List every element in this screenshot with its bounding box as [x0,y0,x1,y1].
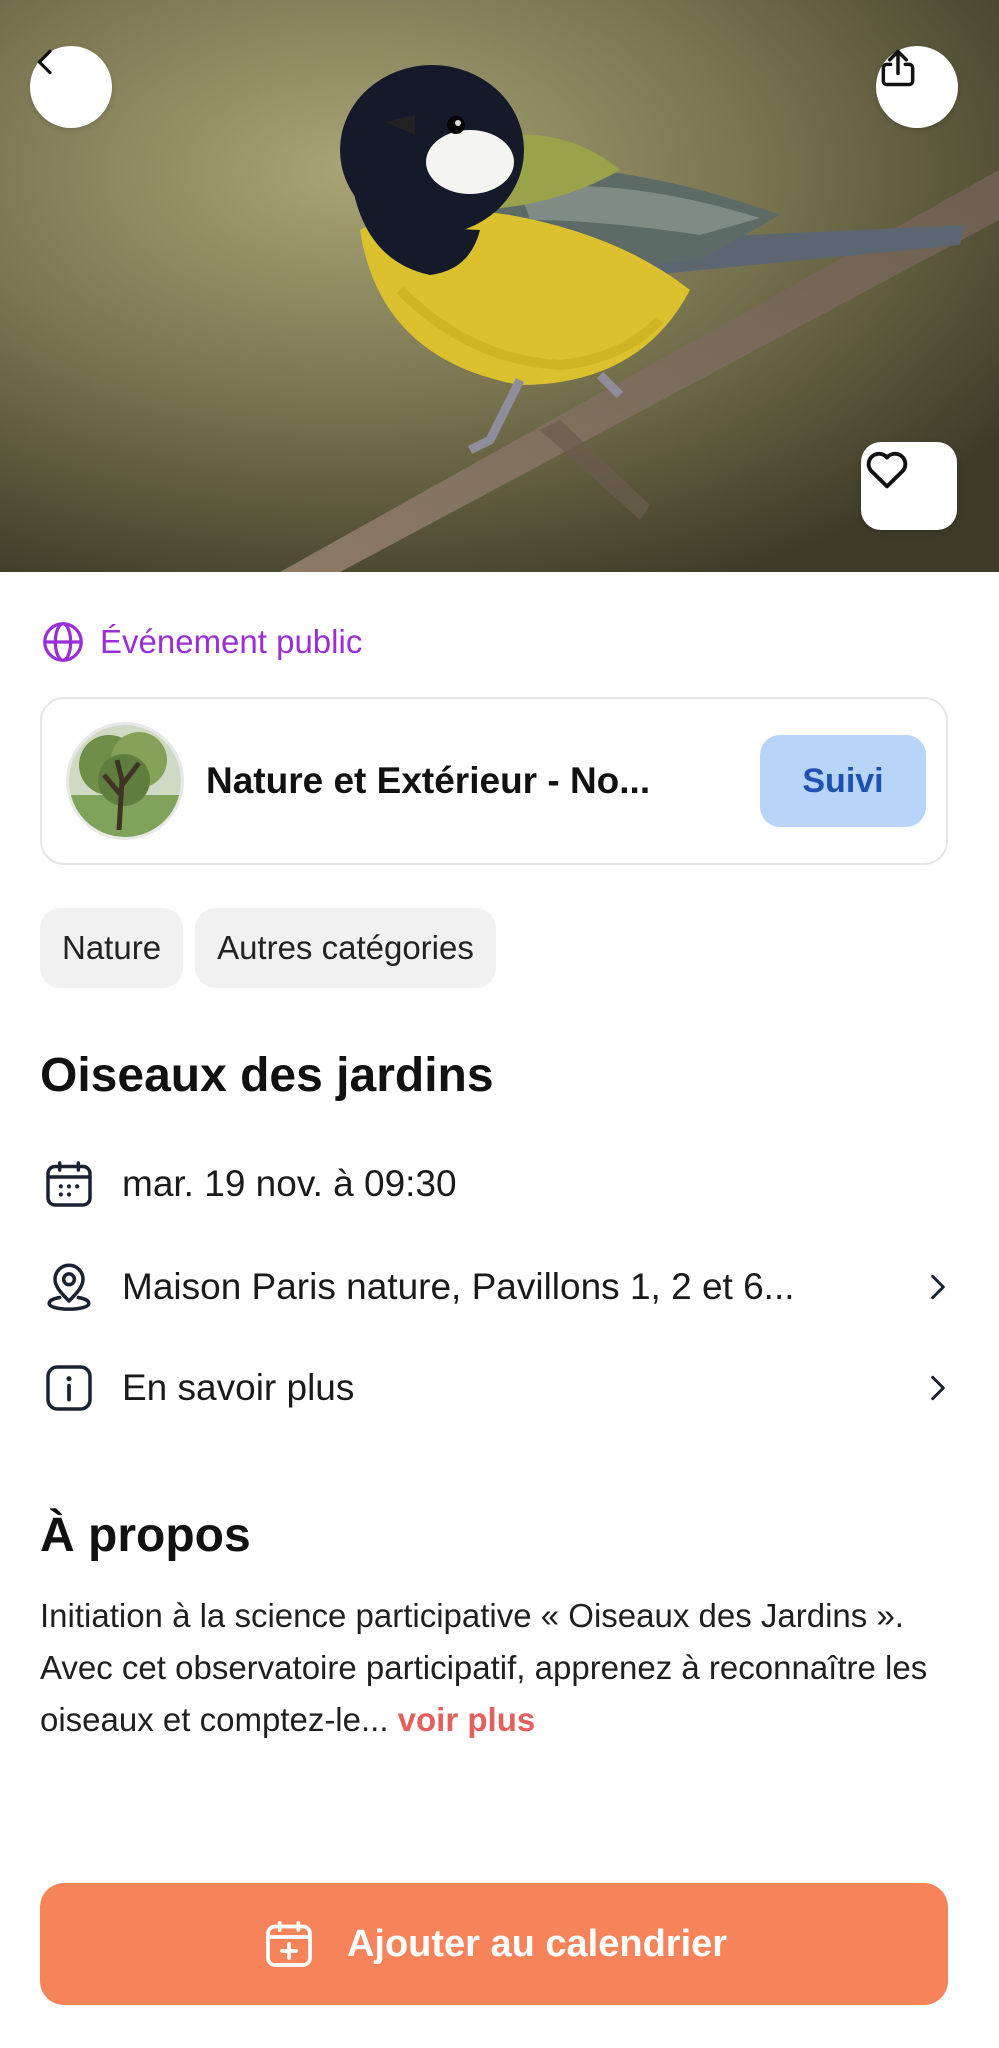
globe-icon [43,622,83,662]
avatar[interactable] [66,722,184,840]
share-button[interactable] [876,46,958,128]
bird-illustration [0,0,999,572]
event-location[interactable]: Maison Paris nature, Pavillons 1, 2 et 6… [122,1266,918,1308]
info-icon [46,1365,92,1411]
chevron-right-icon [931,1274,945,1300]
organizer-card[interactable]: Nature et Extérieur - No... Suivi [40,697,948,865]
add-to-calendar-label[interactable]: Ajouter au calendrier [347,1923,727,1966]
hero-image [0,0,999,572]
calendar-icon [46,1161,92,1207]
location-pin-icon [47,1263,91,1311]
back-button[interactable] [30,46,112,128]
category-chip[interactable]: Autres catégories [195,908,496,988]
event-date: mar. 19 nov. à 09:30 [122,1163,457,1204]
add-to-calendar-button[interactable]: Ajouter au calendrier [40,1883,948,2005]
share-icon [881,49,915,87]
more-info-label[interactable]: En savoir plus [122,1367,918,1409]
favorite-button[interactable] [861,442,957,530]
event-visibility-label: Événement public [100,623,363,660]
category-chip[interactable]: Nature [40,908,184,988]
heart-icon [866,451,908,489]
back-icon [37,49,52,75]
category-chips: Nature Autres catégories [40,908,496,988]
tree-avatar-image [69,725,181,837]
event-location-row[interactable]: Maison Paris nature, Pavillons 1, 2 et 6… [40,1257,958,1317]
calendar-add-icon [266,1921,312,1967]
follow-button[interactable]: Suivi [760,735,926,827]
about-description: Initiation à la science participative « … [40,1590,960,1746]
about-title: À propos [40,1509,251,1562]
event-title: Oiseaux des jardins [40,1049,494,1102]
event-date-row: mar. 19 nov. à 09:30 [40,1154,958,1214]
see-more-link[interactable]: voir plus [398,1701,536,1738]
organizer-name[interactable]: Nature et Extérieur - No... [206,760,760,802]
event-visibility: Événement public [40,617,362,667]
more-info-row[interactable]: En savoir plus [40,1358,958,1418]
chevron-right-icon [931,1375,945,1401]
